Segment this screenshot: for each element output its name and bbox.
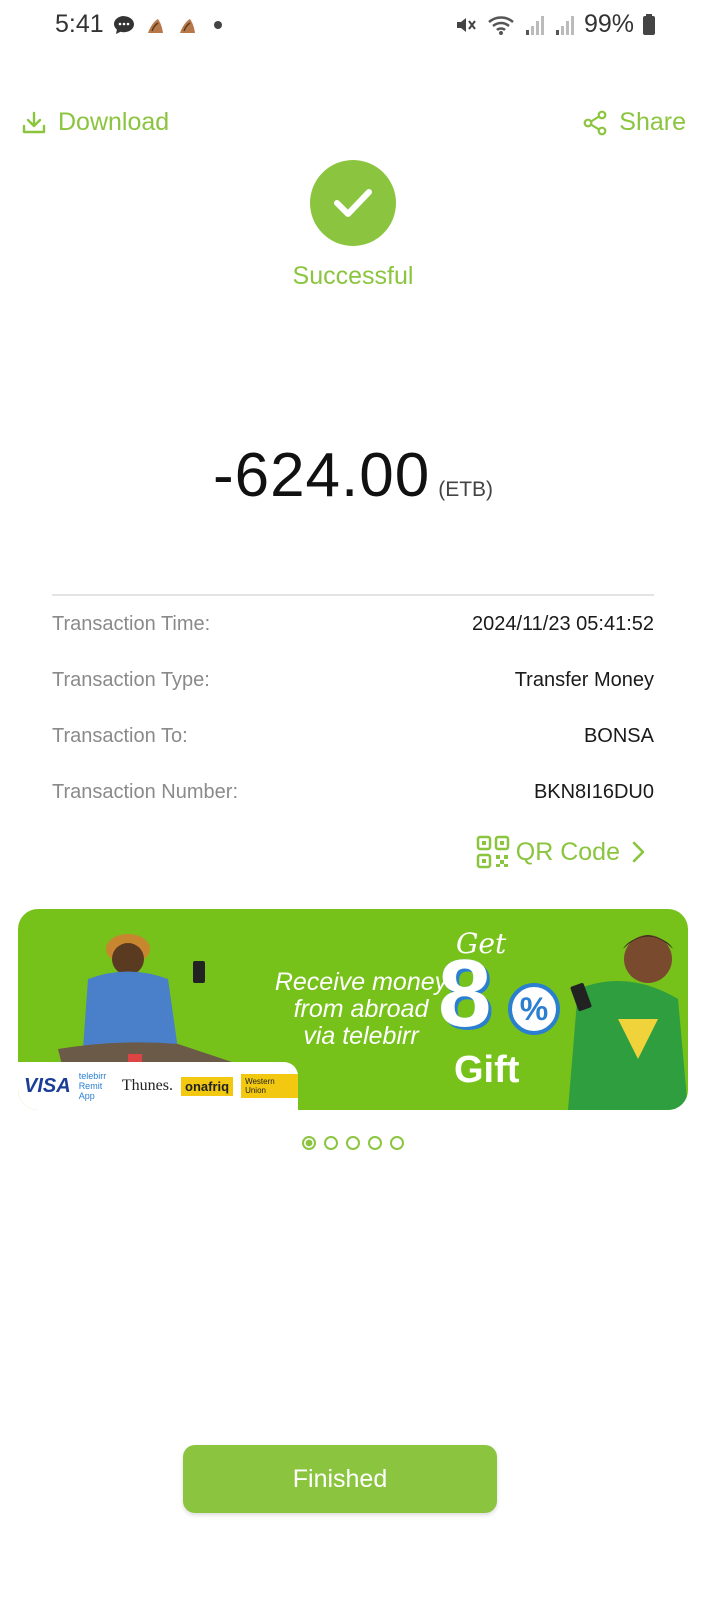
- message-icon: [114, 16, 134, 34]
- banner-text-line: Receive money: [274, 968, 448, 996]
- signal-icon: [555, 15, 574, 35]
- carousel-dot[interactable]: [324, 1136, 338, 1150]
- detail-row-time: Transaction Time: 2024/11/23 05:41:52: [52, 613, 654, 636]
- detail-value: BONSA: [583, 725, 654, 747]
- status-time: 5:41: [55, 10, 104, 38]
- qr-code-link[interactable]: QR Code: [476, 835, 650, 869]
- banner-text-line: via telebirr: [303, 1022, 419, 1050]
- download-icon: [22, 111, 46, 133]
- notification-icons: [112, 13, 222, 37]
- status-label: Successful: [292, 262, 414, 290]
- detail-label: Transaction Number:: [52, 781, 238, 803]
- status-bar: 5:41 99%: [0, 0, 720, 52]
- promo-banner[interactable]: Receive money from abroad via telebirr G…: [18, 909, 688, 1110]
- share-label: Share: [619, 108, 686, 136]
- amount-currency: (ETB): [438, 478, 494, 501]
- download-button[interactable]: Download: [20, 108, 169, 137]
- carousel-dot[interactable]: [346, 1136, 360, 1150]
- divider: [52, 594, 654, 596]
- detail-label: Transaction Type:: [52, 669, 210, 691]
- remit-app-logo: telebirr Remit App: [78, 1071, 107, 1101]
- qr-code-icon: [476, 835, 510, 869]
- amount: -624.00 (ETB): [0, 440, 706, 511]
- detail-label: Transaction Time:: [52, 613, 211, 635]
- banner-percent-sign: %: [508, 983, 560, 1035]
- signal-icon: [525, 15, 544, 35]
- banner-text: Receive money from abroad via telebirr: [266, 969, 456, 1050]
- thunes-logo: Thunes.: [121, 1077, 174, 1094]
- detail-value: Transfer Money: [514, 669, 654, 691]
- download-label: Download: [58, 108, 170, 136]
- checkmark-icon: [334, 189, 372, 217]
- detail-value: BKN8I16DU0: [533, 781, 654, 803]
- carousel-dot-active[interactable]: [302, 1136, 316, 1150]
- western-union-logo: Western Union: [241, 1074, 298, 1098]
- carousel-dot[interactable]: [368, 1136, 382, 1150]
- banner-gift: Gift: [454, 1049, 520, 1091]
- qr-code-label: QR Code: [515, 837, 620, 866]
- dot-icon: [214, 21, 222, 29]
- app-notification-icon: [180, 19, 195, 33]
- success-icon: [310, 160, 396, 246]
- detail-row-number: Transaction Number: BKN8I16DU0: [52, 781, 654, 804]
- visa-logo: VISA: [24, 1074, 71, 1097]
- battery-percent: 99%: [583, 10, 634, 38]
- chevron-right-icon: [632, 841, 645, 863]
- mute-icon: [456, 17, 476, 32]
- app-notification-icon: [148, 19, 163, 33]
- detail-value: 2024/11/23 05:41:52: [471, 613, 654, 635]
- share-button[interactable]: Share: [581, 108, 686, 137]
- carousel-dot[interactable]: [390, 1136, 404, 1150]
- share-icon: [583, 110, 607, 135]
- amount-value: -624.00: [212, 441, 431, 510]
- partner-logos: VISA telebirr Remit App Thunes. onafriq …: [18, 1062, 298, 1110]
- wifi-icon: [488, 15, 514, 35]
- finished-button[interactable]: Finished: [183, 1445, 497, 1513]
- detail-row-type: Transaction Type: Transfer Money: [52, 669, 654, 692]
- carousel-indicator: [0, 1136, 706, 1150]
- battery-icon: [643, 13, 655, 35]
- system-icons: 99%: [454, 10, 656, 39]
- banner-text-line: from abroad: [293, 995, 429, 1023]
- detail-label: Transaction To:: [52, 725, 188, 747]
- onafriq-logo: onafriq: [181, 1076, 234, 1096]
- detail-row-to: Transaction To: BONSA: [52, 725, 654, 748]
- banner-percent-value: 8: [438, 940, 492, 1047]
